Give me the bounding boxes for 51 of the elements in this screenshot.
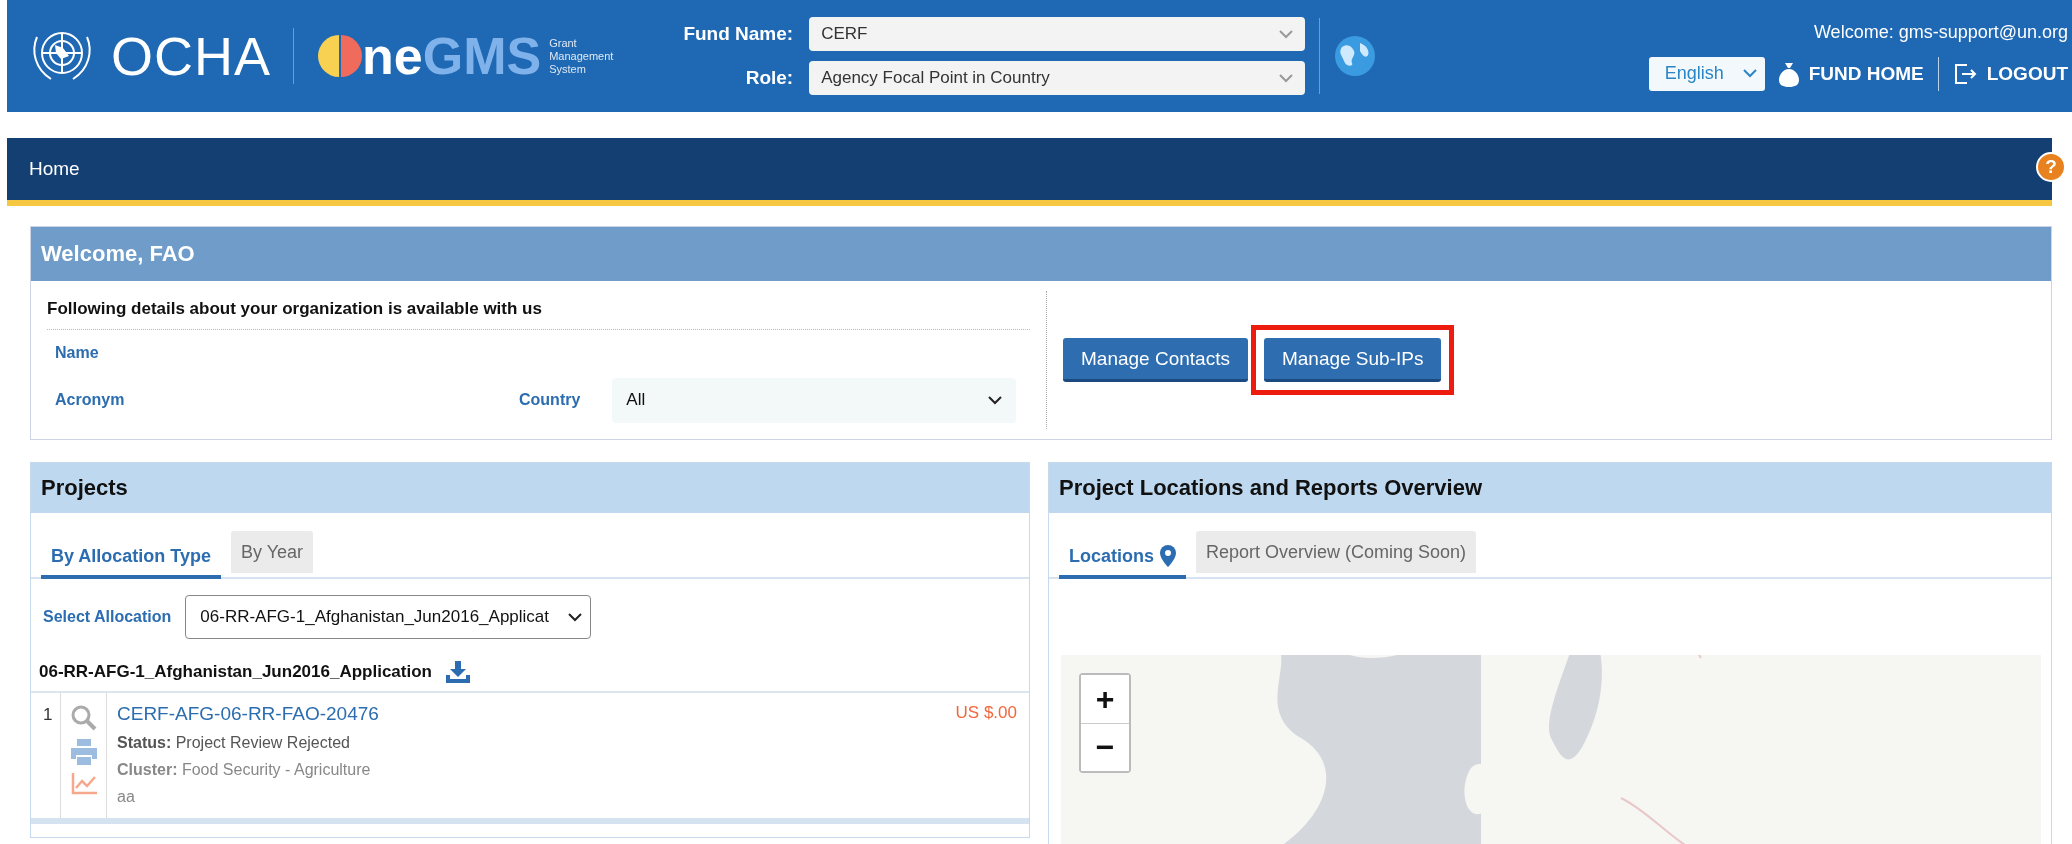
amount-text: US $.00 — [955, 703, 1017, 724]
globe-icon — [1334, 35, 1377, 77]
row-number: 1 — [31, 693, 61, 818]
map-pin-icon — [1160, 545, 1176, 567]
panel-title: Welcome, FAO — [41, 241, 195, 267]
tab[interactable]: Locations — [1059, 537, 1186, 579]
group-title: 06-RR-AFG-1_Afghanistan_Jun2016_Application — [39, 662, 432, 682]
chevron-down-icon — [1742, 69, 1757, 78]
field-label: Fund Name: — [683, 23, 794, 45]
panel-title: Projects — [41, 475, 128, 501]
brand-circle-icon — [316, 33, 362, 79]
tab[interactable]: By Year — [231, 531, 314, 573]
action-button[interactable]: Manage Contacts — [1063, 338, 1248, 382]
nav-item[interactable]: Home — [29, 158, 80, 180]
download-icon[interactable] — [445, 661, 470, 683]
tab[interactable]: Report Overview (Coming Soon) — [1196, 531, 1477, 573]
search-icon[interactable] — [70, 705, 97, 731]
logout-icon — [1952, 61, 1977, 86]
org-logo: OCHA — [111, 25, 271, 87]
chevron-down-icon — [568, 612, 583, 622]
brand-logo-accent: GMS — [422, 26, 542, 86]
allocation-select[interactable]: 06-RR-AFG-1_Afghanistan_Jun2016_Applicat — [185, 595, 592, 639]
note-text: aa — [117, 788, 136, 806]
chevron-down-icon — [988, 395, 1003, 405]
chevron-down-icon — [1279, 73, 1294, 83]
field-label: Role: — [744, 67, 794, 89]
panel-title: Project Locations and Reports Overview — [1059, 475, 1482, 501]
intro-text: Following details about your organization is available with us — [47, 291, 1030, 330]
field-label: Name — [55, 344, 99, 362]
welcome-text: Welcome: gms-support@un.org — [1813, 21, 2068, 43]
money-bag-icon — [1778, 60, 1799, 87]
cluster-text: Cluster: Food Security - Agriculture — [117, 761, 372, 779]
project-link[interactable]: CERF-AFG-06-RR-FAO-20476 — [117, 703, 379, 725]
action-button[interactable]: Manage Sub-IPs — [1263, 338, 1442, 382]
logout-link[interactable]: LOGOUT — [1952, 61, 2068, 86]
status-text: Status: Project Review Rejected — [117, 734, 351, 752]
tab[interactable]: By Allocation Type — [41, 537, 222, 579]
fund-home-link[interactable]: FUND HOME — [1778, 60, 1924, 87]
chevron-down-icon — [1279, 29, 1294, 39]
field-label: Country — [519, 391, 581, 409]
chart-icon[interactable] — [70, 773, 97, 795]
header-select[interactable]: Agency Focal Point in Country — [809, 61, 1306, 95]
header-select[interactable]: CERF — [809, 17, 1306, 51]
brand-logo: ne — [362, 26, 423, 86]
print-icon[interactable] — [70, 739, 97, 765]
field-label: Select Allocation — [43, 608, 172, 626]
country-select[interactable]: All — [612, 377, 1017, 423]
field-label: Acronym — [55, 391, 126, 409]
zoom-out-button[interactable]: − — [1081, 723, 1129, 771]
language-select[interactable]: English — [1648, 56, 1765, 91]
brand-tagline: Grant Management System — [549, 36, 614, 76]
